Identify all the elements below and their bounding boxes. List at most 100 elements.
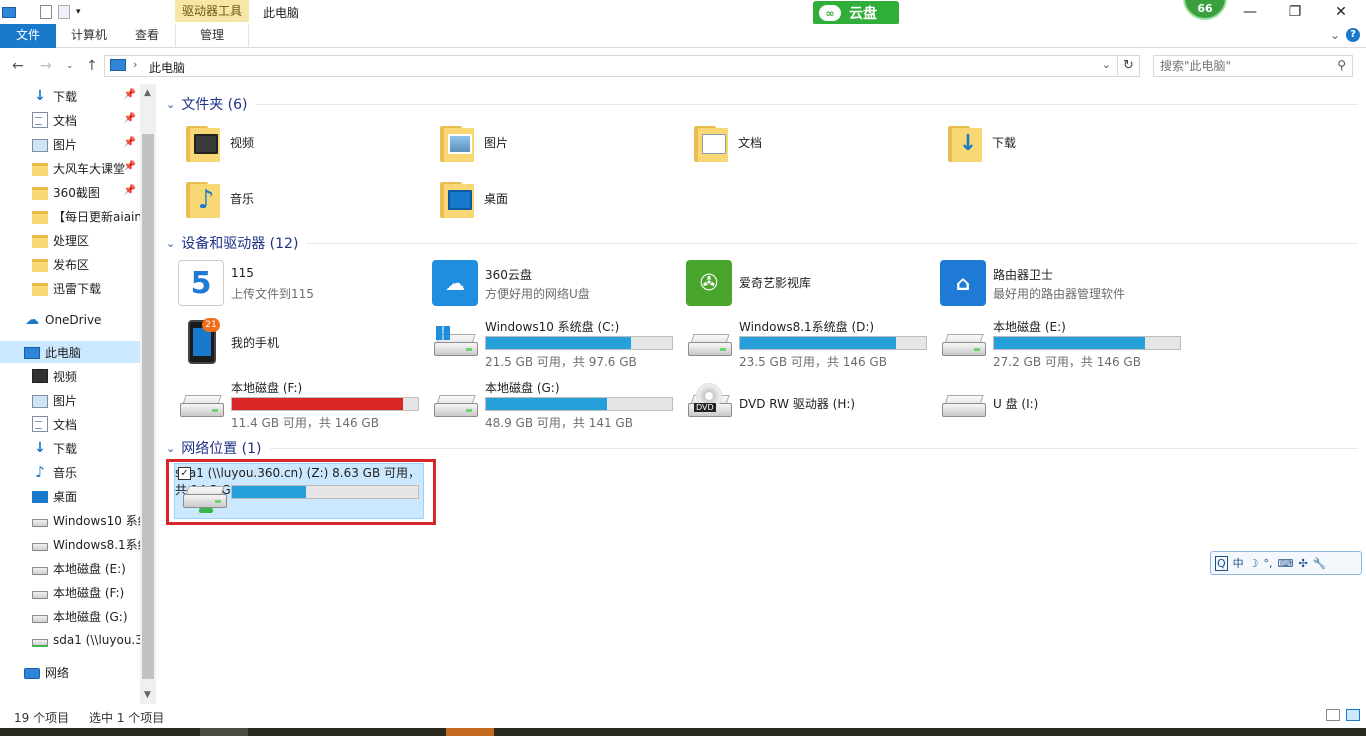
device-name: 115: [231, 266, 254, 280]
folder-tile-music[interactable]: ♪ 音乐: [178, 174, 428, 226]
sidebar-item-drive-d[interactable]: Windows8.1系统: [0, 533, 140, 555]
drive-tile-f[interactable]: 本地磁盘 (F:) 11.4 GB 可用，共 146 GB: [178, 377, 428, 430]
up-arrow-icon[interactable]: ↑: [86, 58, 98, 74]
drive-tile-g[interactable]: 本地磁盘 (G:) 48.9 GB 可用，共 141 GB: [432, 377, 682, 430]
wrench-icon[interactable]: 🔧: [1313, 557, 1327, 570]
collapse-chevron-icon[interactable]: ⌄: [166, 237, 175, 250]
taskbar-app[interactable]: [200, 728, 248, 736]
tab-computer[interactable]: 计算机: [60, 24, 118, 48]
sidebar-item-network[interactable]: 网络: [0, 661, 140, 683]
sidebar-item-network-drive[interactable]: sda1 (\\luyou.3: [0, 629, 140, 651]
tools-icon[interactable]: ✣: [1298, 557, 1307, 570]
sidebar-item-label: 360截图: [53, 185, 100, 200]
drive-tile-usb[interactable]: U 盘 (I:): [940, 377, 1190, 429]
taskbar-app-active[interactable]: [446, 728, 494, 736]
back-arrow-icon[interactable]: ←: [12, 58, 24, 74]
breadcrumb-this-pc[interactable]: 此电脑: [149, 59, 185, 76]
customize-toolbar-icon[interactable]: ▾: [76, 4, 86, 20]
device-tile-router-guard[interactable]: ⌂ 路由器卫士 最好用的路由器管理软件: [940, 258, 1190, 310]
sidebar-item-folder-dafengche[interactable]: 大风车大课堂 📌: [0, 157, 140, 179]
sidebar-item-label: 文档: [53, 113, 78, 128]
sidebar-item-folder-daily-update[interactable]: 【每日更新aiain: [0, 205, 140, 227]
device-tile-115[interactable]: 5 115 上传文件到115: [178, 258, 428, 310]
scroll-down-icon[interactable]: ▼: [144, 690, 151, 700]
group-divider: [269, 447, 1358, 449]
sidebar-item-documents-pinned[interactable]: 文档 📌: [0, 109, 140, 131]
sidebar-scrollbar[interactable]: ▲ ▼: [140, 84, 156, 704]
sidebar-item-drive-e[interactable]: 本地磁盘 (E:): [0, 557, 140, 579]
sidebar-item-folder-processing[interactable]: 处理区: [0, 229, 140, 251]
minimize-button[interactable]: —: [1227, 0, 1273, 24]
sidebar-item-label: 文档: [53, 417, 78, 432]
music-folder-icon: ♪: [184, 178, 222, 220]
recent-locations-icon[interactable]: ⌄: [66, 61, 74, 71]
sidebar-item-drive-g[interactable]: 本地磁盘 (G:): [0, 605, 140, 627]
folder-tile-documents[interactable]: 文档: [686, 118, 936, 170]
folder-tile-downloads[interactable]: ↓ 下载: [940, 118, 1190, 170]
search-icon[interactable]: ⚲: [1337, 58, 1346, 72]
sidebar-item-pictures-pinned[interactable]: 图片 📌: [0, 133, 140, 155]
group-header-folders[interactable]: ⌄ 文件夹 (6): [166, 93, 1358, 115]
sidebar-item-pictures[interactable]: 图片: [0, 389, 140, 411]
keyboard-icon[interactable]: ⌨: [1278, 557, 1294, 570]
drive-tile-dvd[interactable]: DVD DVD RW 驱动器 (H:): [686, 377, 936, 429]
ime-mode-toggle[interactable]: 中: [1233, 555, 1244, 571]
tab-manage[interactable]: 管理: [175, 24, 249, 48]
properties-icon[interactable]: [40, 5, 52, 19]
restore-button[interactable]: ❐: [1272, 0, 1318, 24]
scrollbar-thumb[interactable]: [142, 134, 154, 679]
drive-tile-d[interactable]: Windows8.1系统盘 (D:) 23.5 GB 可用，共 146 GB: [686, 316, 936, 369]
punctuation-icon[interactable]: °,: [1264, 557, 1273, 570]
window-title: 此电脑: [263, 6, 300, 20]
folder-tile-pictures[interactable]: 图片: [432, 118, 682, 170]
sidebar-item-documents[interactable]: 文档: [0, 413, 140, 435]
tiles-view-icon[interactable]: [1346, 709, 1360, 721]
help-icon[interactable]: ?: [1346, 28, 1360, 42]
tab-view[interactable]: 查看: [124, 24, 170, 48]
refresh-icon[interactable]: ↻: [1117, 56, 1139, 76]
search-input[interactable]: [1160, 59, 1330, 73]
close-button[interactable]: ✕: [1318, 0, 1364, 24]
sidebar-item-folder-xunlei[interactable]: 迅雷下载: [0, 277, 140, 299]
drive-tile-e[interactable]: 本地磁盘 (E:) 27.2 GB 可用，共 146 GB: [940, 316, 1190, 369]
pin-icon: 📌: [123, 185, 136, 196]
drive-name: 本地磁盘 (G:): [485, 381, 560, 395]
sidebar-item-folder-publish[interactable]: 发布区: [0, 253, 140, 275]
group-header-devices[interactable]: ⌄ 设备和驱动器 (12): [166, 232, 1358, 254]
breadcrumb-chevron-icon[interactable]: ›: [133, 58, 137, 71]
tab-file[interactable]: 文件: [0, 24, 56, 48]
security-score-badge[interactable]: 66: [1183, 0, 1227, 20]
address-dropdown-icon[interactable]: ⌄: [1102, 58, 1111, 71]
scroll-up-icon[interactable]: ▲: [144, 88, 151, 98]
sidebar-item-onedrive[interactable]: ☁ OneDrive: [0, 309, 140, 331]
collapse-chevron-icon[interactable]: ⌄: [166, 442, 175, 455]
new-folder-icon[interactable]: [58, 5, 70, 19]
sidebar-item-folder-360-screenshot[interactable]: 360截图 📌: [0, 181, 140, 203]
moon-icon[interactable]: ☽: [1249, 557, 1259, 570]
sidebar-item-drive-f[interactable]: 本地磁盘 (F:): [0, 581, 140, 603]
folder-tile-desktop[interactable]: 桌面: [432, 174, 682, 226]
sidebar-item-this-pc[interactable]: 此电脑: [0, 341, 140, 363]
details-view-icon[interactable]: [1326, 709, 1340, 721]
search-box[interactable]: ⚲: [1153, 55, 1353, 77]
sidebar-item-downloads[interactable]: ↓ 下载: [0, 437, 140, 459]
sidebar-item-drive-c[interactable]: Windows10 系统: [0, 509, 140, 531]
address-bar[interactable]: › 此电脑 ⌄ ↻: [104, 55, 1140, 77]
device-tile-iqiyi[interactable]: ✇ 爱奇艺影视库: [686, 258, 936, 310]
cloud-disk-button[interactable]: ∞ 云盘: [813, 1, 899, 25]
device-tile-360-cloud[interactable]: ☁ 360云盘 方便好用的网络U盘: [432, 258, 682, 310]
forward-arrow-icon[interactable]: →: [40, 58, 52, 74]
ribbon-expand-icon[interactable]: ⌄: [1330, 28, 1340, 42]
device-tile-my-phone[interactable]: 21 我的手机: [178, 316, 428, 368]
sidebar-item-downloads-pinned[interactable]: ↓ 下载 📌: [0, 85, 140, 107]
drive-tile-c[interactable]: Windows10 系统盘 (C:) 21.5 GB 可用，共 97.6 GB: [432, 316, 682, 369]
360-cloud-icon: ☁: [432, 260, 478, 306]
item-checkbox[interactable]: ✓: [178, 467, 191, 480]
group-header-network[interactable]: ⌄ 网络位置 (1): [166, 437, 1358, 459]
folder-tile-videos[interactable]: 视频: [178, 118, 428, 170]
collapse-chevron-icon[interactable]: ⌄: [166, 98, 175, 111]
sidebar-item-desktop[interactable]: 桌面: [0, 485, 140, 507]
sidebar-item-videos[interactable]: 视频: [0, 365, 140, 387]
sidebar-item-music[interactable]: ♪ 音乐: [0, 461, 140, 483]
ime-toolbar[interactable]: Q 中 ☽ °, ⌨ ✣ 🔧: [1210, 551, 1362, 575]
